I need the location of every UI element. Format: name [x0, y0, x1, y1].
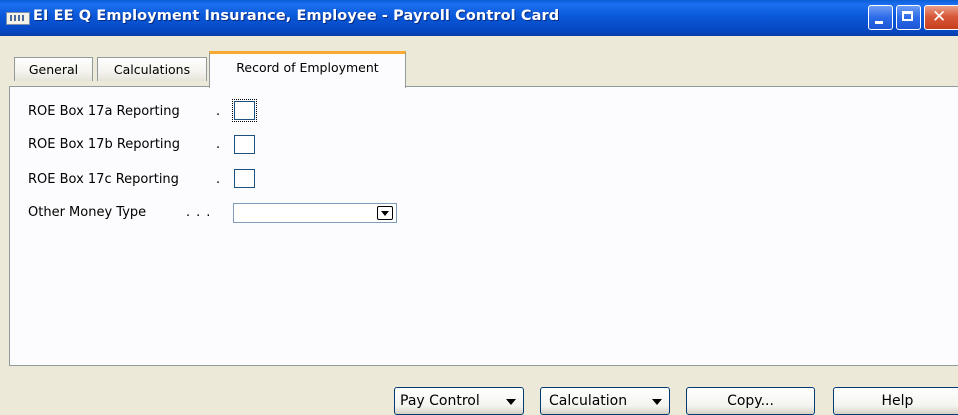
copy-button[interactable]: Copy...: [686, 387, 815, 415]
maximize-button[interactable]: [896, 5, 921, 30]
leader-dots: .: [216, 137, 225, 152]
pay-control-button[interactable]: Pay Control: [394, 387, 524, 415]
other-money-type-select[interactable]: [233, 203, 397, 223]
roe-box-17a-checkbox[interactable]: [232, 99, 257, 122]
roe-box-17c-checkbox[interactable]: [234, 169, 255, 188]
calculation-button[interactable]: Calculation: [540, 387, 670, 415]
roe-box-17b-checkbox[interactable]: [234, 135, 255, 154]
calculation-label: Calculation: [549, 393, 628, 409]
help-button[interactable]: Help: [833, 387, 958, 415]
leader-dots: .: [216, 104, 225, 119]
roe-box-17b-label: ROE Box 17b Reporting: [28, 137, 181, 152]
tab-record-of-employment[interactable]: Record of Employment: [209, 51, 406, 88]
app-icon: [6, 12, 30, 25]
roe-box-17a-label: ROE Box 17a Reporting: [28, 104, 180, 119]
tab-panel: [9, 86, 958, 366]
dropdown-arrow-icon: [506, 399, 516, 405]
tab-general[interactable]: General: [14, 57, 93, 81]
minimize-button[interactable]: [868, 5, 893, 30]
pay-control-label: Pay Control: [400, 393, 480, 409]
tab-calculations[interactable]: Calculations: [97, 57, 207, 81]
title-bar[interactable]: EI EE Q Employment Insurance, Employee -…: [0, 0, 958, 36]
roe-box-17c-label: ROE Box 17c Reporting: [28, 172, 179, 187]
window-title: EI EE Q Employment Insurance, Employee -…: [33, 8, 560, 24]
close-button[interactable]: [924, 5, 958, 30]
leader-dots: .: [216, 172, 225, 187]
chevron-down-icon[interactable]: [377, 206, 393, 220]
leader-dots: ...: [186, 205, 217, 220]
dropdown-arrow-icon: [652, 399, 662, 405]
other-money-type-label: Other Money Type: [28, 205, 147, 220]
